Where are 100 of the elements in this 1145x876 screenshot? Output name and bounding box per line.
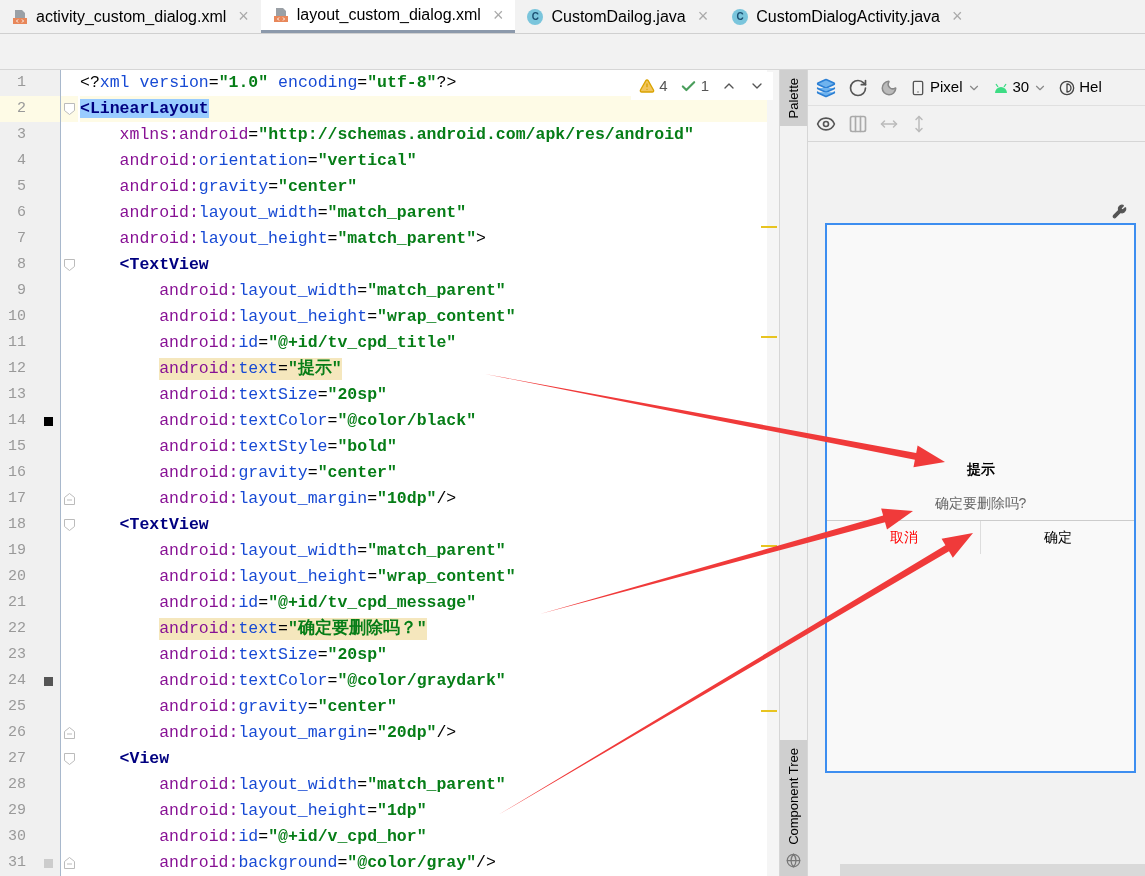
code-line: android:id="@+id/tv_cpd_message": [159, 592, 477, 614]
line-number: 4: [16, 150, 26, 171]
code-line: android:gravity="center": [119, 176, 358, 198]
line-number: 1: [16, 72, 26, 93]
code-line: android:textSize="20sp": [159, 644, 387, 666]
line-number: 5: [16, 176, 26, 197]
code-line: android:layout_height="wrap_content": [159, 566, 516, 588]
warning-count: 4: [659, 75, 668, 96]
xml-file-icon: [12, 8, 28, 25]
editor-tab[interactable]: activity_custom_dialog.xml ×: [0, 0, 261, 33]
warning-marker[interactable]: [761, 545, 777, 547]
line-number: 24: [7, 670, 26, 691]
warning-marker[interactable]: [761, 710, 777, 712]
line-number: 20: [7, 566, 26, 587]
warning-icon[interactable]: [639, 78, 656, 94]
line-number: 28: [7, 774, 26, 795]
fold-icon[interactable]: [64, 857, 75, 869]
line-number: 16: [7, 462, 26, 483]
line-number: 27: [7, 748, 26, 769]
line-number: 14: [7, 410, 26, 431]
code-line: android:id="@+id/tv_cpd_title": [159, 332, 457, 354]
wrench-icon[interactable]: [1112, 204, 1127, 219]
warning-marker[interactable]: [761, 226, 777, 228]
line-number: 23: [7, 644, 26, 665]
class-icon: C: [527, 8, 544, 25]
fold-icon[interactable]: [64, 753, 75, 765]
line-number: 25: [7, 696, 26, 717]
fold-icon[interactable]: [64, 519, 75, 531]
rotate-icon[interactable]: [848, 77, 868, 98]
line-number: 26: [7, 722, 26, 743]
check-count: 1: [700, 75, 709, 96]
code-line: android:gravity="center": [159, 696, 397, 718]
code-line: android:id="@+id/v_cpd_hor": [159, 826, 427, 848]
code-line: android:textColor="@color/graydark": [159, 670, 506, 692]
xml-file-icon: [272, 7, 289, 23]
theme-dropdown[interactable]: Hel: [1079, 76, 1102, 99]
android-icon[interactable]: [992, 81, 1009, 94]
horizontal-scrollbar[interactable]: [840, 864, 1145, 876]
device-dropdown[interactable]: Pixel: [930, 76, 963, 99]
code-line: <?xml version="1.0" encoding="utf-8"?>: [80, 72, 457, 94]
line-number: 9: [16, 280, 26, 301]
globe-icon[interactable]: [786, 853, 801, 868]
line-number: 3: [16, 124, 26, 145]
line-number: 31: [7, 852, 26, 873]
line-number: 6: [16, 202, 26, 223]
fold-icon[interactable]: [64, 727, 75, 739]
editor-tab[interactable]: layout_custom_dialog.xml ×: [260, 0, 516, 33]
code-line: android:layout_height="match_parent">: [119, 228, 486, 250]
line-number: 22: [7, 618, 26, 639]
line-number: 21: [7, 592, 26, 613]
line-number: 30: [7, 826, 26, 847]
code-line: android:layout_width="match_parent": [119, 202, 467, 224]
line-number: 29: [7, 800, 26, 821]
dialog-button[interactable]: 取消: [827, 521, 980, 554]
line-number: 2: [16, 98, 26, 119]
line-number: 10: [7, 306, 26, 327]
api-level-dropdown[interactable]: 30: [1012, 76, 1030, 99]
tab-label: CustomDialogActivity.java: [756, 6, 940, 27]
columns-icon[interactable]: [848, 113, 868, 134]
tab-label: layout_custom_dialog.xml: [296, 5, 481, 25]
line-number: 18: [7, 514, 26, 535]
tab-label: CustomDailog.java: [551, 6, 686, 27]
code-line: android:layout_width="match_parent": [159, 540, 506, 562]
line-number: 15: [7, 436, 26, 457]
line-number: 19: [7, 540, 26, 561]
layers-icon[interactable]: [816, 77, 836, 98]
code-line: android:layout_margin="10dp"/>: [159, 488, 457, 510]
line-number: 13: [7, 384, 26, 405]
editor-tab[interactable]: C CustomDailog.java ×: [515, 0, 721, 33]
line-number: 12: [7, 358, 26, 379]
fold-icon[interactable]: [64, 259, 75, 271]
warning-marker[interactable]: [761, 336, 777, 338]
code-line: android:layout_width="match_parent": [159, 280, 506, 302]
code-line: <View: [119, 748, 170, 770]
night-mode-icon[interactable]: [880, 78, 898, 97]
class-icon: C: [732, 8, 749, 25]
code-line: android:layout_height="wrap_content": [159, 306, 516, 328]
code-line: android:textSize="20sp": [159, 384, 387, 406]
code-line: android:textColor="@color/black": [159, 410, 477, 432]
code-line: android:orientation="vertical": [119, 150, 417, 172]
code-line: xmlns:android="http://schemas.android.com/apk/res/android": [119, 124, 694, 146]
code-line: <TextView: [119, 514, 209, 536]
fold-icon[interactable]: [64, 493, 75, 505]
fold-icon[interactable]: [64, 103, 75, 115]
code-line: android:gravity="center": [159, 462, 397, 484]
code-line: android:layout_margin="20dp"/>: [159, 722, 457, 744]
line-number: 11: [7, 332, 26, 353]
theme-icon[interactable]: [1059, 79, 1076, 96]
tab-label: activity_custom_dialog.xml: [36, 6, 227, 27]
code-line: android:background="@color/gray"/>: [159, 852, 496, 874]
palette-tab[interactable]: Palette: [780, 70, 807, 127]
dialog-title: 提示: [965, 460, 996, 479]
phone-icon[interactable]: [910, 79, 926, 96]
code-line: android:layout_height="1dp": [159, 800, 427, 822]
line-number: 8: [16, 254, 26, 275]
dialog-message: 确定要删除吗?: [933, 494, 1028, 513]
dialog-button[interactable]: 确定: [981, 521, 1134, 554]
code-line: android:textStyle="bold": [159, 436, 397, 458]
line-number: 7: [16, 228, 26, 249]
editor-tab[interactable]: C CustomDialogActivity.java ×: [720, 0, 975, 33]
